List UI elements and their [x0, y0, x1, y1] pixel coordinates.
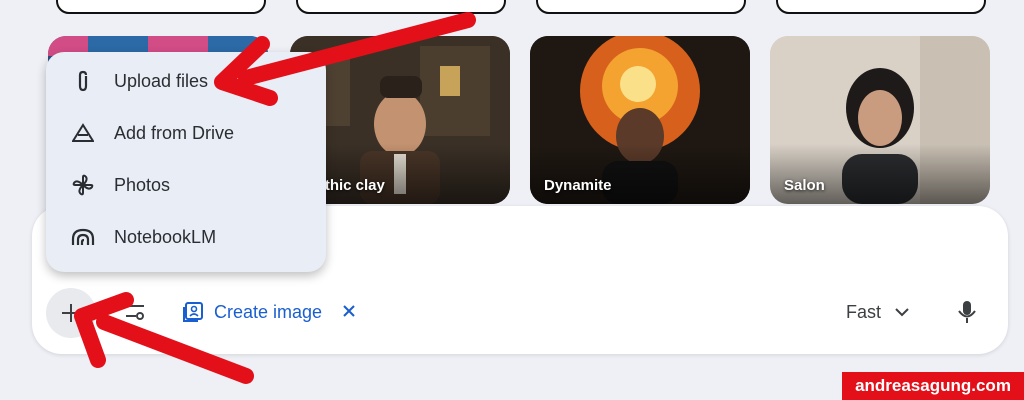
close-icon [343, 305, 355, 317]
menu-item-label: NotebookLM [114, 226, 217, 247]
style-chip-top[interactable] [776, 0, 986, 14]
menu-item-label: Upload files [114, 70, 209, 91]
create-image-label: Create image [214, 301, 323, 322]
style-card-dynamite[interactable]: Dynamite [530, 36, 750, 204]
plus-icon [62, 304, 80, 322]
style-card-salon[interactable]: Salon [770, 36, 990, 204]
create-image-chip[interactable]: Create image [182, 298, 322, 326]
image-gen-icon [183, 302, 203, 322]
menu-item-label: Add from Drive [114, 122, 235, 143]
tools-icon[interactable] [124, 300, 146, 327]
watermark: andreasagung.com [842, 372, 1024, 400]
mic-icon [958, 301, 976, 323]
menu-item-upload-files[interactable]: Upload files [46, 58, 326, 104]
menu-item-photos[interactable]: Photos [46, 162, 326, 208]
style-chip-top[interactable] [56, 0, 266, 14]
model-mode-select[interactable]: Fast [846, 300, 909, 324]
add-attachment-button[interactable] [46, 288, 96, 338]
chevron-down-icon [895, 308, 909, 317]
paperclip-icon [70, 68, 96, 94]
upload-menu: Upload files Add from Drive Photos Noteb… [46, 52, 326, 272]
remove-tool-button[interactable] [341, 303, 357, 324]
microphone-button[interactable] [956, 300, 978, 329]
drive-icon [70, 120, 96, 146]
style-chip-top[interactable] [296, 0, 506, 14]
card-shade [530, 144, 750, 204]
style-card-label: Salon [784, 177, 825, 194]
menu-item-add-from-drive[interactable]: Add from Drive [46, 110, 326, 156]
notebooklm-icon [70, 224, 96, 250]
photos-icon [70, 172, 96, 198]
card-shade [770, 144, 990, 204]
menu-item-notebooklm[interactable]: NotebookLM [46, 214, 326, 260]
menu-item-label: Photos [114, 174, 171, 195]
style-card-label: Dynamite [544, 177, 612, 194]
style-chip-top[interactable] [536, 0, 746, 14]
mode-label: Fast [846, 301, 882, 322]
